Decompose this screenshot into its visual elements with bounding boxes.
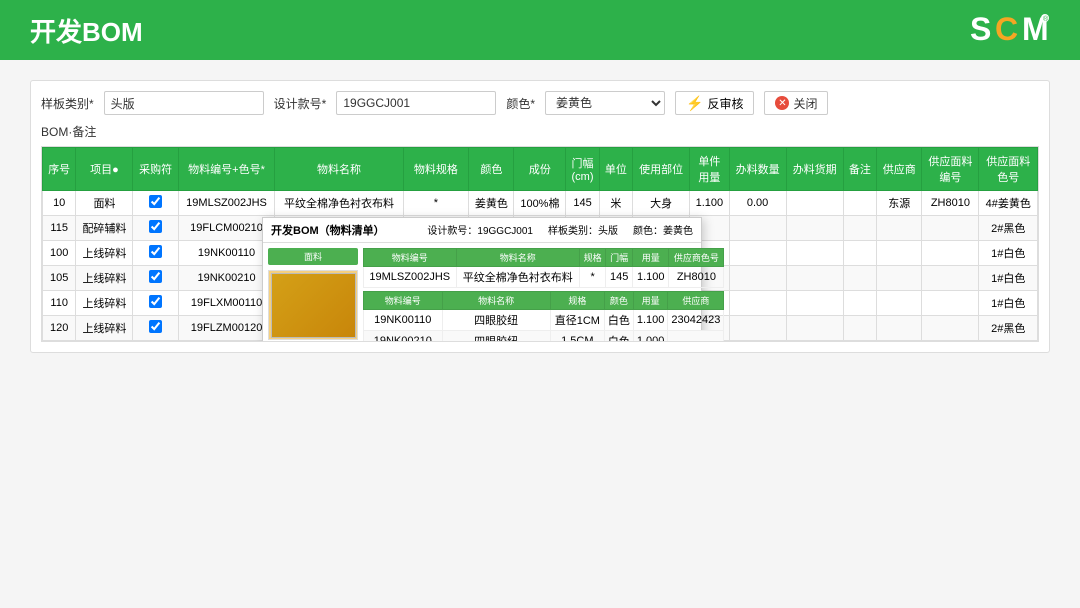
sample-type-input[interactable]: [104, 91, 264, 115]
col-purchase: 采购符: [133, 148, 178, 191]
overlay-title: 开发BOM（物料清单）: [271, 222, 385, 238]
overlay-header: 开发BOM（物料清单） 设计款号：19GGCJ001 样板类别：头版 颜色：姜黄…: [263, 218, 701, 243]
table-row[interactable]: 10 面料 19MLSZ002JHS 平纹全棉净色衬衣布料 * 姜黄色 100%…: [43, 191, 1038, 216]
col-color: 颜色: [469, 148, 514, 191]
row-checkbox[interactable]: [149, 220, 162, 233]
col-supplier: 供应商: [877, 148, 922, 191]
row-checkbox[interactable]: [149, 295, 162, 308]
ot-trim-code: 物料编号: [364, 292, 443, 310]
col-seq: 序号: [43, 148, 76, 191]
page-title: 开发BOM: [30, 12, 143, 49]
bom-table-container[interactable]: 序号 项目● 采购符 物料编号+色号* 物料名称 物料规格 颜色 成份 门幅(c…: [41, 146, 1039, 342]
svg-text:C: C: [995, 11, 1018, 47]
design-no-input[interactable]: [336, 91, 496, 115]
col-order-qty: 办料数量: [729, 148, 786, 191]
svg-text:®: ®: [1043, 15, 1049, 23]
ot-trim-qty: 用量: [633, 292, 668, 310]
row-checkbox[interactable]: [149, 270, 162, 283]
col-width: 门幅(cm): [566, 148, 599, 191]
svg-text:S: S: [970, 11, 991, 47]
overlay-panel: 开发BOM（物料清单） 设计款号：19GGCJ001 样板类别：头版 颜色：姜黄…: [262, 217, 702, 342]
ot-col-code: 物料编号: [364, 249, 457, 267]
row-checkbox[interactable]: [149, 245, 162, 258]
review-button[interactable]: ⚡ 反审核: [675, 91, 754, 115]
color-label: 颜色*: [506, 95, 535, 112]
col-unit: 单位: [599, 148, 632, 191]
row-checkbox[interactable]: [149, 320, 162, 333]
table-row: 19MLSZ002JHS 平纹全棉净色衬衣布料 * 145 1.100 ZH80…: [364, 267, 724, 288]
ot-col-scolor: 供应商色号: [669, 249, 724, 267]
thunder-icon: ⚡: [686, 95, 703, 112]
form-container: 样板类别* 设计款号* 颜色* 姜黄色 ⚡ 反审核 ✕ 关闭 BOM·备注: [30, 80, 1050, 353]
sample-type-label: 样板类别*: [41, 95, 94, 112]
overlay-tables: 物料编号 物料名称 规格 门幅 用量 供应商色号 19M: [363, 248, 724, 342]
table-row: 19NK00210 四眼胶纽 1.5CM 白色 1.000: [364, 331, 724, 343]
overlay-content: 面料 上线碎料: [263, 243, 701, 342]
form-row-top: 样板类别* 设计款号* 颜色* 姜黄色 ⚡ 反审核 ✕ 关闭: [41, 91, 1039, 115]
color-select[interactable]: 姜黄色: [545, 91, 665, 115]
ot-trim-spec: 规格: [550, 292, 604, 310]
scm-logo-icon: S C M ®: [970, 10, 1050, 50]
fabric-section-label: 面料: [268, 248, 358, 265]
fabric-image: [268, 270, 358, 340]
close-button[interactable]: ✕ 关闭: [764, 91, 828, 115]
overlay-images: 面料 上线碎料: [268, 248, 358, 342]
col-spec: 物料规格: [403, 148, 469, 191]
overlay-sample-type: 样板类别：头版: [548, 222, 618, 238]
col-code: 物料编号+色号*: [178, 148, 275, 191]
col-supplier-color: 供应面料色号: [979, 148, 1038, 191]
col-name: 物料名称: [275, 148, 403, 191]
overlay-trim-table: 物料编号 物料名称 规格 颜色 用量 供应商 19NK0: [363, 291, 724, 342]
ot-trim-supplier: 供应商: [668, 292, 724, 310]
design-no-label: 设计款号*: [274, 95, 327, 112]
ot-trim-color: 颜色: [604, 292, 633, 310]
overlay-design-no: 设计款号：19GGCJ001: [427, 222, 533, 238]
logo: S C M ®: [970, 10, 1050, 50]
overlay-fabric-table: 物料编号 物料名称 规格 门幅 用量 供应商色号 19M: [363, 248, 724, 288]
col-supplier-code: 供应面料编号: [922, 148, 979, 191]
ot-col-spec: 规格: [579, 249, 605, 267]
overlay-color: 颜色：姜黄色: [633, 222, 693, 238]
row-checkbox[interactable]: [149, 195, 162, 208]
main-content: 样板类别* 设计款号* 颜色* 姜黄色 ⚡ 反审核 ✕ 关闭 BOM·备注: [0, 60, 1080, 608]
bom-note: BOM·备注: [41, 123, 1039, 140]
table-row: 19NK00110 四眼胶纽 直径1CM 白色 1.100 23042423: [364, 310, 724, 331]
col-lead-time: 办料货期: [786, 148, 843, 191]
ot-col-width: 门幅: [606, 249, 633, 267]
close-icon: ✕: [775, 96, 789, 110]
ot-col-qty: 用量: [633, 249, 669, 267]
col-qty-per: 单件用量: [690, 148, 729, 191]
col-item: 项目●: [76, 148, 133, 191]
col-material: 成份: [514, 148, 566, 191]
app-header: 开发BOM S C M ®: [0, 0, 1080, 60]
col-note: 备注: [843, 148, 876, 191]
ot-trim-name: 物料名称: [442, 292, 550, 310]
ot-col-name: 物料名称: [456, 249, 579, 267]
col-usage: 使用部位: [633, 148, 690, 191]
